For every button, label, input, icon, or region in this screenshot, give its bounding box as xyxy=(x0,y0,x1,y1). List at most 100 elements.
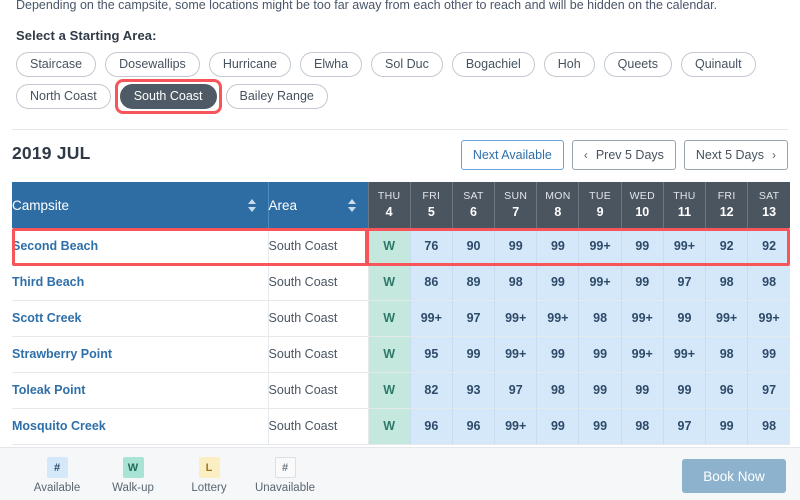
availability-cell[interactable]: 99+ xyxy=(662,228,706,265)
area-pill-sol-duc[interactable]: Sol Duc xyxy=(371,52,443,77)
column-header-day-5[interactable]: FRI 5 xyxy=(409,182,453,228)
availability-cell[interactable]: 99 xyxy=(662,300,706,337)
area-pill-dosewallips[interactable]: Dosewallips xyxy=(105,52,200,77)
availability-cell[interactable]: 97 xyxy=(494,372,537,409)
area-pill-quinault[interactable]: Quinault xyxy=(680,52,756,77)
availability-cell[interactable]: 97 xyxy=(662,408,706,445)
area-pill-queets[interactable]: Queets xyxy=(603,52,672,77)
availability-cell[interactable]: 97 xyxy=(662,264,706,301)
availability-cell[interactable]: 99 xyxy=(536,336,579,373)
column-header-day-4[interactable]: THU 4 xyxy=(367,182,411,228)
availability-cell[interactable]: 92 xyxy=(747,228,790,265)
table-row[interactable]: Scott Creek South Coast W 99+ 97 99+ 99+ 98 99+ 9… xyxy=(12,300,790,337)
availability-cell[interactable]: W xyxy=(367,228,411,265)
campsite-name-link[interactable]: Second Beach xyxy=(12,228,269,265)
availability-cell[interactable]: 96 xyxy=(451,408,495,445)
campsite-name-link[interactable]: Toleak Point xyxy=(12,372,269,409)
availability-cell[interactable]: 99+ xyxy=(409,300,453,337)
availability-cell[interactable]: W xyxy=(367,300,411,337)
sort-icon[interactable] xyxy=(247,197,257,213)
table-row[interactable]: Mosquito Creek South Coast W 96 96 99+ 99 99 98 9… xyxy=(12,408,790,445)
availability-cell[interactable]: 99 xyxy=(705,408,748,445)
availability-cell[interactable]: W xyxy=(367,372,411,409)
campsite-name-link[interactable]: Strawberry Point xyxy=(12,336,269,373)
availability-cell[interactable]: 96 xyxy=(705,372,748,409)
area-pill-bailey-range[interactable]: Bailey Range xyxy=(225,84,328,109)
table-row[interactable]: Toleak Point South Coast W 82 93 97 98 99 99 99 96… xyxy=(12,372,790,409)
next-5-days-button[interactable]: Next 5 Days › xyxy=(683,140,788,170)
availability-cell[interactable]: 99+ xyxy=(578,228,622,265)
area-pill-elwha[interactable]: Elwha xyxy=(300,52,363,77)
availability-cell[interactable]: 99 xyxy=(747,336,790,373)
availability-cell[interactable]: 95 xyxy=(409,336,453,373)
sort-icon[interactable] xyxy=(347,197,357,213)
availability-cell[interactable]: 99 xyxy=(536,228,579,265)
area-pill-hoh[interactable]: Hoh xyxy=(543,52,595,77)
column-header-day-12[interactable]: FRI 12 xyxy=(705,182,748,228)
campsite-name-link[interactable]: Mosquito Creek xyxy=(12,408,269,445)
area-pill-bogachiel[interactable]: Bogachiel xyxy=(451,52,535,77)
column-header-day-7[interactable]: SUN 7 xyxy=(494,182,537,228)
column-header-day-9[interactable]: TUE 9 xyxy=(578,182,622,228)
availability-cell[interactable]: 99+ xyxy=(494,336,537,373)
availability-cell[interactable]: 99 xyxy=(662,372,706,409)
availability-cell[interactable]: 99+ xyxy=(620,300,664,337)
availability-cell[interactable]: 99 xyxy=(578,372,622,409)
column-header-area[interactable]: Area xyxy=(268,182,369,228)
availability-cell[interactable]: 99 xyxy=(578,408,622,445)
availability-cell[interactable]: 98 xyxy=(494,264,537,301)
area-pill-hurricane[interactable]: Hurricane xyxy=(208,52,291,77)
availability-cell[interactable]: W xyxy=(367,408,411,445)
campsite-name-link[interactable]: Scott Creek xyxy=(12,300,269,337)
availability-cell[interactable]: 99 xyxy=(494,228,537,265)
availability-cell[interactable]: 90 xyxy=(451,228,495,265)
availability-cell[interactable]: 99 xyxy=(451,336,495,373)
availability-cell[interactable]: 92 xyxy=(705,228,748,265)
availability-cell[interactable]: 76 xyxy=(409,228,453,265)
availability-cell[interactable]: 99+ xyxy=(536,300,579,337)
availability-cell[interactable]: 98 xyxy=(578,300,622,337)
area-pill-south-coast[interactable]: South Coast xyxy=(119,84,217,109)
availability-cell[interactable]: 97 xyxy=(747,372,790,409)
availability-cell[interactable]: 98 xyxy=(536,372,579,409)
table-row[interactable]: Third Beach South Coast W 86 89 98 99 99+ 99 97 98… xyxy=(12,264,790,301)
area-pill-staircase[interactable]: Staircase xyxy=(16,52,97,77)
table-row[interactable]: Second Beach South Coast W 76 90 99 99 99+ 99 99+… xyxy=(12,228,790,265)
availability-cell[interactable]: 96 xyxy=(409,408,453,445)
area-pill-north-coast[interactable]: North Coast xyxy=(16,84,111,109)
availability-cell[interactable]: 99+ xyxy=(662,336,706,373)
prev-5-days-button[interactable]: ‹ Prev 5 Days xyxy=(571,140,676,170)
column-header-day-13[interactable]: SAT 13 xyxy=(747,182,790,228)
availability-cell[interactable]: 93 xyxy=(451,372,495,409)
column-header-day-10[interactable]: WED 10 xyxy=(620,182,664,228)
availability-cell[interactable]: 99+ xyxy=(747,300,790,337)
column-header-day-11[interactable]: THU 11 xyxy=(662,182,706,228)
book-now-button[interactable]: Book Now xyxy=(682,459,786,493)
availability-cell[interactable]: W xyxy=(367,336,411,373)
availability-cell[interactable]: 97 xyxy=(451,300,495,337)
column-header-day-8[interactable]: MON 8 xyxy=(536,182,579,228)
availability-cell[interactable]: 98 xyxy=(705,336,748,373)
availability-cell[interactable]: 86 xyxy=(409,264,453,301)
availability-cell[interactable]: 99 xyxy=(620,264,664,301)
availability-cell[interactable]: W xyxy=(367,264,411,301)
column-header-day-6[interactable]: SAT 6 xyxy=(451,182,495,228)
availability-cell[interactable]: 99+ xyxy=(620,336,664,373)
campsite-name-link[interactable]: Third Beach xyxy=(12,264,269,301)
next-available-button[interactable]: Next Available xyxy=(460,140,564,170)
availability-cell[interactable]: 98 xyxy=(705,264,748,301)
availability-cell[interactable]: 89 xyxy=(451,264,495,301)
availability-cell[interactable]: 99+ xyxy=(578,264,622,301)
availability-cell[interactable]: 99 xyxy=(536,408,579,445)
availability-cell[interactable]: 99 xyxy=(620,372,664,409)
availability-cell[interactable]: 98 xyxy=(747,408,790,445)
availability-cell[interactable]: 99+ xyxy=(494,408,537,445)
availability-cell[interactable]: 99 xyxy=(620,228,664,265)
table-row[interactable]: Strawberry Point South Coast W 95 99 99+ 99 99 9… xyxy=(12,336,790,373)
availability-cell[interactable]: 82 xyxy=(409,372,453,409)
availability-cell[interactable]: 99 xyxy=(536,264,579,301)
availability-cell[interactable]: 98 xyxy=(747,264,790,301)
availability-cell[interactable]: 98 xyxy=(620,408,664,445)
availability-cell[interactable]: 99+ xyxy=(705,300,748,337)
availability-cell[interactable]: 99+ xyxy=(494,300,537,337)
